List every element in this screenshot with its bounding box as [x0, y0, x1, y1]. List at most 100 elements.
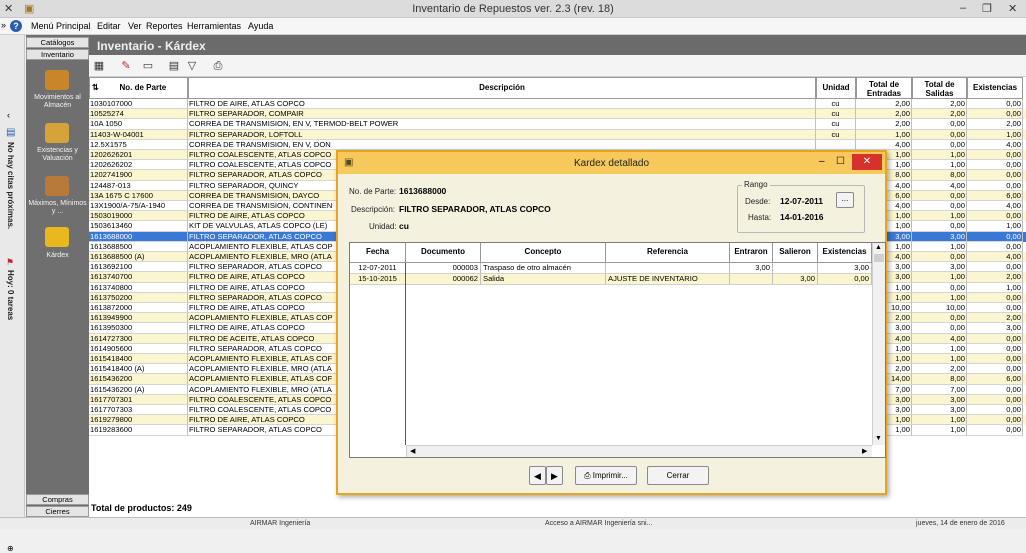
dcol-fecha[interactable]: Fecha [350, 243, 406, 263]
calendar-icon: ▤ [6, 127, 16, 138]
truck-icon[interactable] [45, 70, 69, 90]
todo-bar: ‹ ▤ No hay citas próximas. ⚑ Hoy: 0 tare… [0, 35, 25, 553]
filter-icon[interactable]: ▽ [185, 59, 199, 73]
nav-maximos[interactable]: Máximos, Mínimos y ... [26, 200, 89, 216]
col-descripcion[interactable]: Descripción [188, 77, 816, 99]
table-cell: 1613950300 [89, 323, 188, 334]
dcol-entraron[interactable]: Entraron [730, 243, 773, 263]
kardex-cell: Salida [481, 274, 606, 285]
nav-movimientos[interactable]: Movimientos al Almacén [26, 94, 89, 110]
col-entradas[interactable]: Total de Entradas [856, 77, 912, 99]
dialog-title: Kardex detallado [573, 158, 650, 169]
tab-cierres[interactable]: Cierres [26, 506, 89, 517]
scroll-thumb[interactable] [874, 254, 884, 262]
table-cell: 4,00 [856, 139, 912, 150]
minimize-icon[interactable]: – [960, 2, 966, 14]
table-row[interactable]: 10A 1050 CORREA DE TRANSMISION, EN V, TER… [89, 119, 1026, 130]
table-cell: 1503613460 [89, 221, 188, 232]
scroll-left-icon[interactable]: ◀ [410, 447, 415, 455]
kardex-cell: 3,00 [773, 274, 818, 285]
col-no-parte[interactable]: ⇅ No. de Parte [89, 77, 188, 99]
table-cell: 1,00 [912, 425, 967, 436]
help-icon[interactable]: ? [10, 20, 22, 32]
export-icon[interactable]: ▤ [167, 59, 181, 73]
close-window-icon[interactable]: ✕ [1008, 2, 1017, 15]
table-cell: 1613949900 [89, 313, 188, 324]
range-button[interactable]: ... [836, 192, 854, 208]
table-row[interactable]: 1030107000 FILTRO DE AIRE, ATLAS COPCO cu 2… [89, 99, 1026, 110]
table-cell: 0,00 [967, 292, 1023, 303]
tab-inventario[interactable]: Inventario [26, 49, 89, 60]
menu-editar[interactable]: Editar [97, 21, 121, 31]
scroll-up-icon[interactable]: ▲ [875, 244, 882, 251]
view-icon[interactable]: ▭ [141, 59, 155, 73]
table-row[interactable]: 10525274 FILTRO SEPARADOR, COMPAIR cu 2,00 2… [89, 109, 1026, 120]
table-row[interactable]: 11403-W-04001 FILTRO SEPARADOR, LOFTOLL cu… [89, 129, 1026, 140]
expand-icon[interactable]: ⊕ [7, 544, 14, 553]
boxes-icon[interactable] [45, 123, 69, 143]
dialog-close-icon[interactable]: ✕ [852, 154, 882, 170]
table-cell: 1617707301 [89, 394, 188, 405]
menu-ver[interactable]: Ver [128, 21, 142, 31]
next-button[interactable]: ▶ [546, 466, 563, 485]
table-cell: 0,00 [912, 282, 967, 293]
menu-ayuda[interactable]: Ayuda [248, 21, 273, 31]
dcol-existencias[interactable]: Existencias [818, 243, 872, 263]
kardex-icon[interactable] [45, 227, 69, 247]
table-cell: 0,00 [912, 190, 967, 201]
close-button[interactable]: Cerrar [647, 466, 709, 485]
dialog-vertical-scrollbar[interactable]: ▲ ▼ [872, 243, 885, 445]
table-cell: 4,00 [967, 201, 1023, 212]
print-icon[interactable]: ⎙ [211, 59, 225, 73]
range-label: Rango [742, 180, 770, 189]
table-cell: 0,00 [912, 323, 967, 334]
scroll-right-icon[interactable]: ▶ [862, 447, 867, 455]
table-cell: 1202626201 [89, 150, 188, 161]
taskbar-middle[interactable]: Acceso a AIRMAR Ingeniería sni... [545, 520, 652, 527]
crates-icon[interactable] [45, 176, 69, 196]
dialog-maximize-icon[interactable]: ☐ [836, 156, 845, 167]
taskbar-left[interactable]: AIRMAR Ingeniería [250, 520, 310, 527]
taskbar: AIRMAR Ingeniería Acceso a AIRMAR Ingeni… [0, 517, 1026, 529]
restore-icon[interactable]: ❐ [982, 2, 992, 15]
menu-herramientas[interactable]: Herramientas [187, 21, 241, 31]
dcol-salieron[interactable]: Salieron [773, 243, 818, 263]
table-cell: 0,00 [967, 231, 1023, 242]
kardex-cell: 0,00 [818, 274, 872, 285]
dialog-horizontal-scrollbar[interactable]: ◀ ▶ [406, 445, 872, 457]
dialog-minimize-icon[interactable]: – [819, 156, 825, 167]
table-cell: 1503019000 [89, 211, 188, 222]
nav-existencias[interactable]: Existencias y Valuación [26, 147, 89, 163]
scroll-down-icon[interactable]: ▼ [875, 435, 882, 442]
dcol-referencia[interactable]: Referencia [606, 243, 730, 263]
edit-icon[interactable]: ✎ [119, 59, 133, 73]
table-cell: 2,00 [967, 272, 1023, 283]
dcol-documento[interactable]: Documento [406, 243, 481, 263]
table-cell: 1614905600 [89, 343, 188, 354]
col-salidas[interactable]: Total de Salidas [912, 77, 967, 99]
hasta-value: 14-01-2016 [780, 212, 824, 222]
col-unidad[interactable]: Unidad [816, 77, 856, 99]
tab-catalogos[interactable]: Catálogos [26, 37, 89, 48]
table-cell: 3,00 [912, 405, 967, 416]
desc-value: FILTRO SEPARADOR, ATLAS COPCO [399, 204, 551, 214]
table-cell: cu [816, 119, 856, 130]
table-cell: 1619279800 [89, 415, 188, 426]
table-row[interactable]: 12.5X1575 CORREA DE TRANSMISION, EN V, DO… [89, 139, 1026, 150]
report-icon[interactable]: ▦ [92, 59, 106, 73]
back-icon[interactable]: » [1, 20, 6, 30]
tab-compras[interactable]: Compras [26, 494, 89, 505]
nav-kardex[interactable]: Kárdex [26, 252, 89, 260]
kardex-cell: 000003 [406, 263, 481, 274]
table-cell: 1615418400 [89, 354, 188, 365]
print-button[interactable]: ⎙ Imprimir... [575, 466, 637, 485]
menu-reportes[interactable]: Reportes [146, 21, 183, 31]
chevron-left-icon[interactable]: ‹ [7, 110, 10, 120]
table-cell: 1615436200 (A) [89, 384, 188, 395]
dcol-concepto[interactable]: Concepto [481, 243, 606, 263]
table-cell: 0,00 [912, 252, 967, 263]
col-existencias[interactable]: Existencias [967, 77, 1023, 99]
prev-button[interactable]: ◀ [529, 466, 546, 485]
menu-principal[interactable]: Menú Principal [31, 21, 91, 31]
table-cell: 0,00 [912, 129, 967, 140]
